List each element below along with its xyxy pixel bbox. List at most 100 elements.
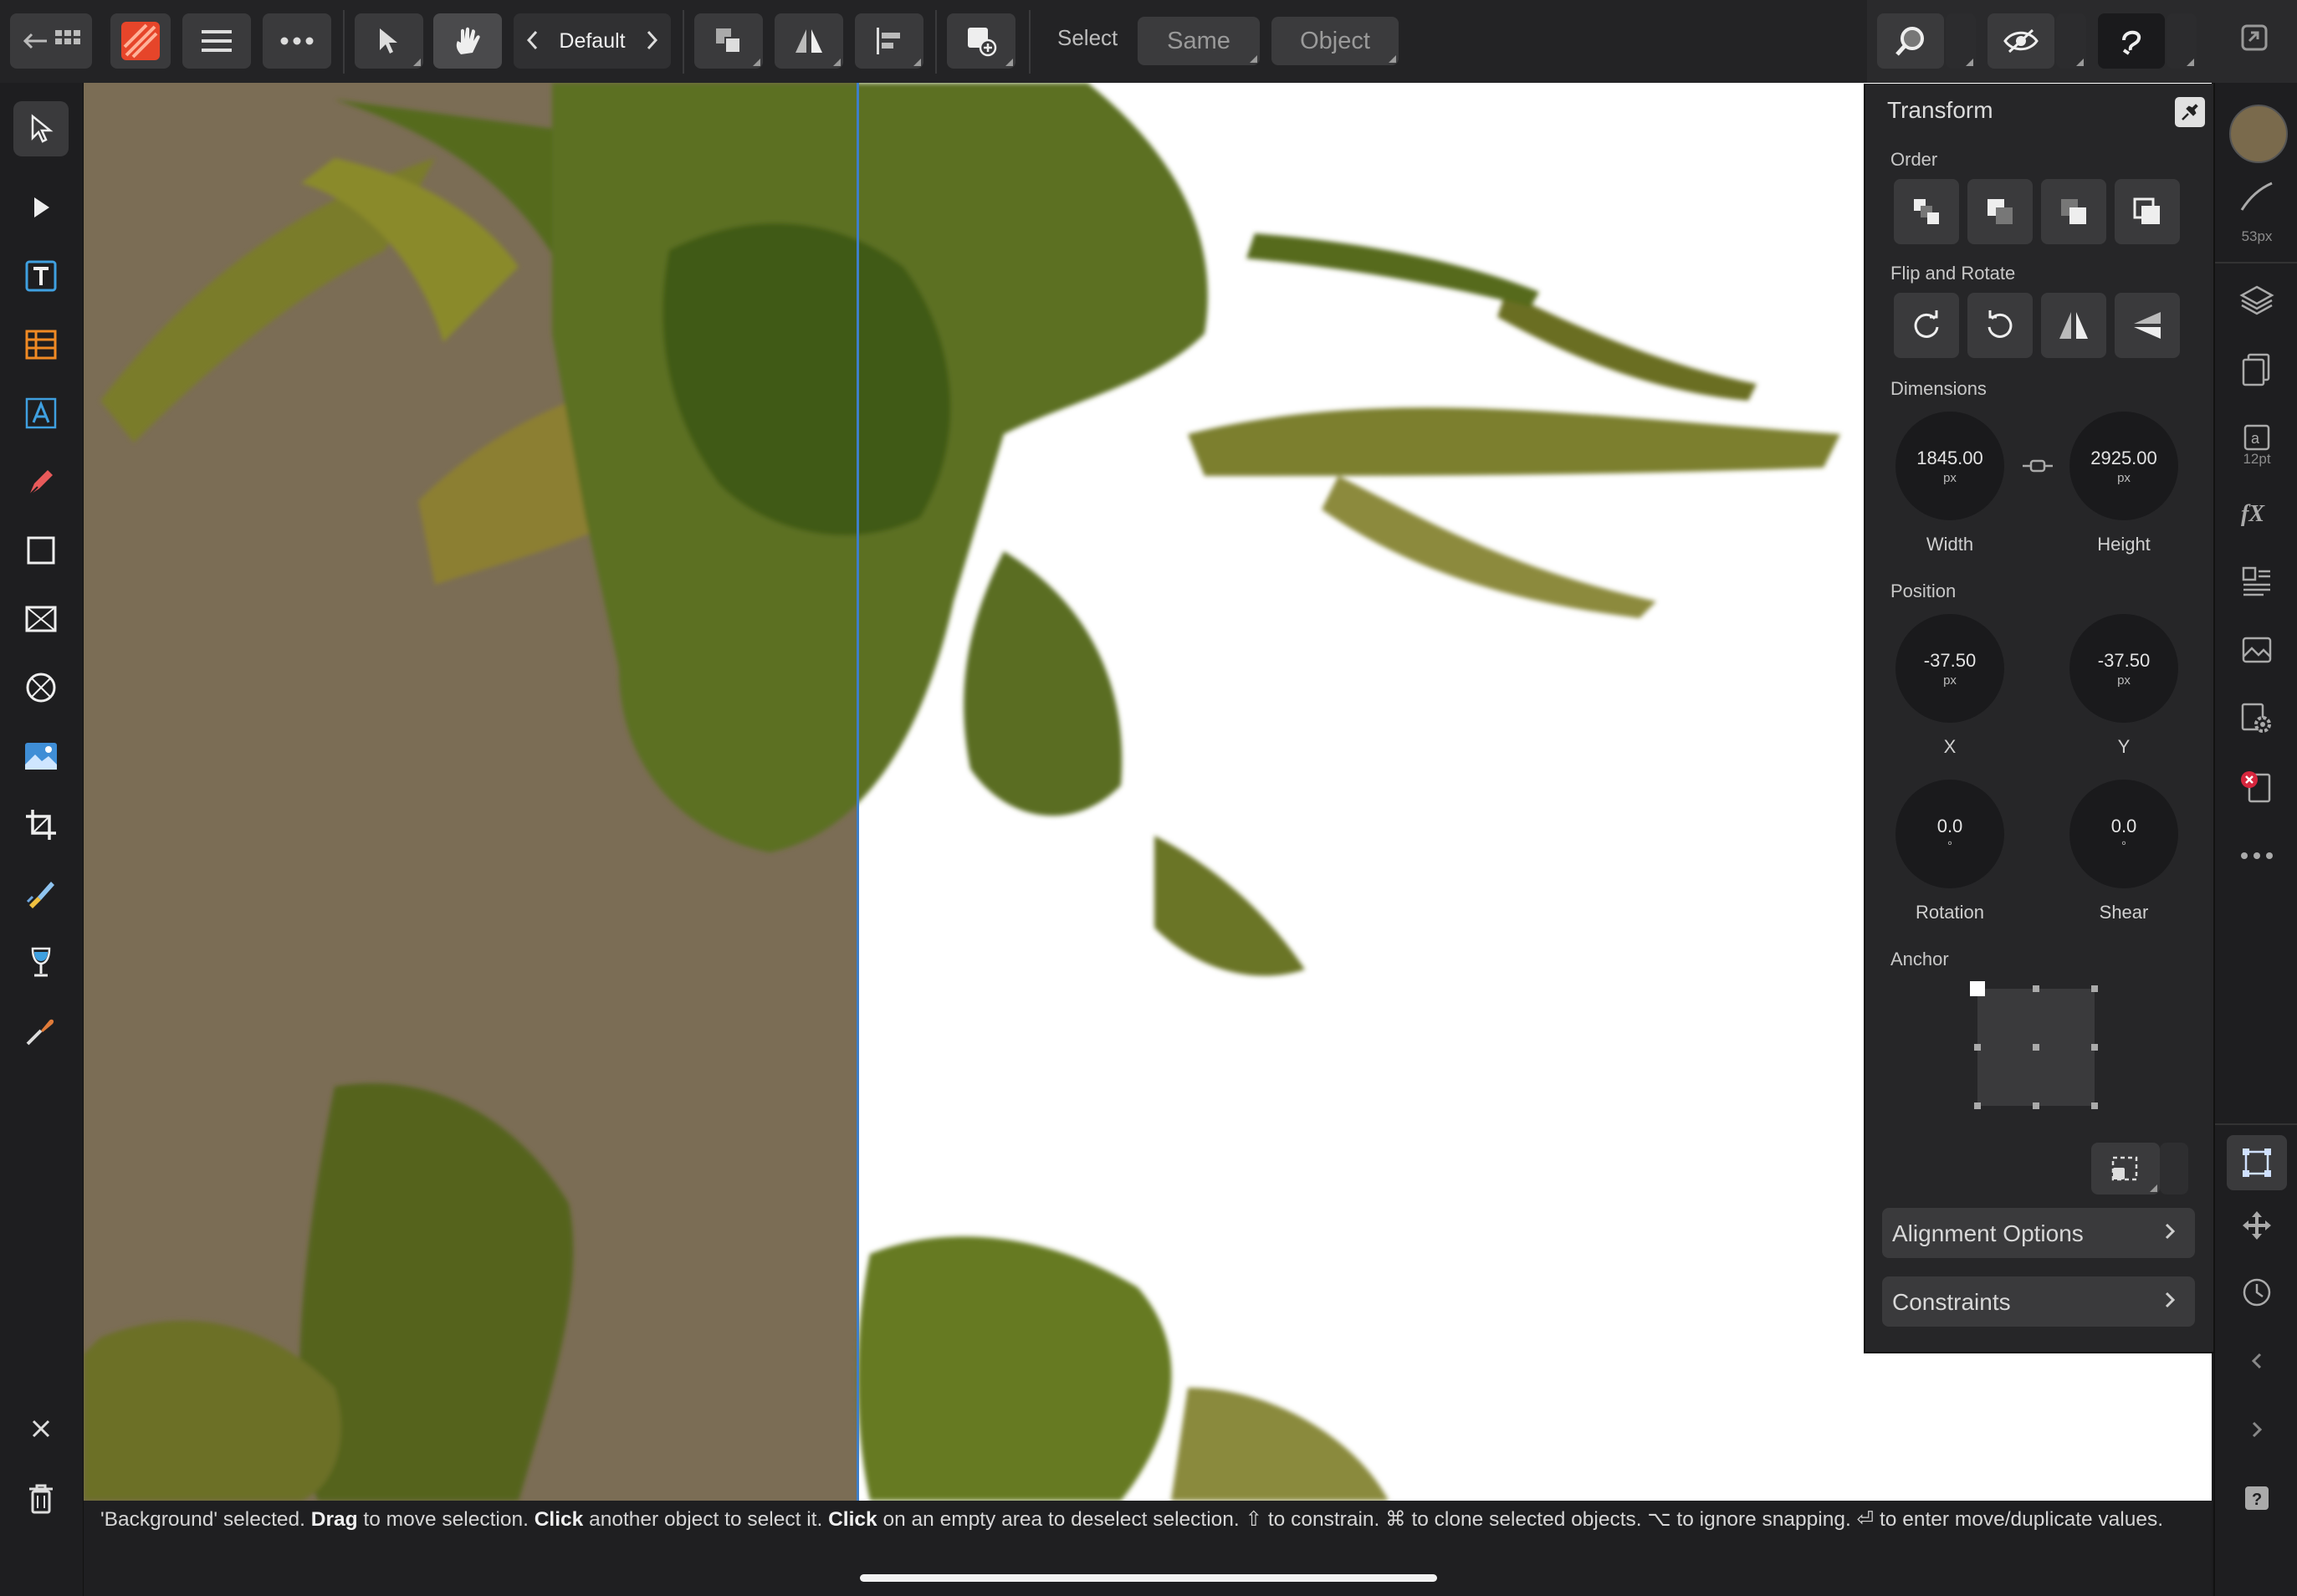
width-dial[interactable]: 1845.00 px — [1895, 412, 2004, 520]
ellipse-frame-tool[interactable] — [13, 660, 69, 715]
arrange-button[interactable] — [694, 13, 763, 69]
link-dimensions-button[interactable] — [2021, 457, 2054, 475]
home-indicator[interactable] — [860, 1574, 1437, 1582]
insert-object-icon — [965, 25, 997, 57]
pin-panel-button[interactable] — [2175, 97, 2205, 127]
select-same-button[interactable]: Same — [1138, 17, 1260, 65]
redo-button[interactable] — [2233, 1406, 2280, 1453]
view-mode-button[interactable] — [1987, 13, 2054, 69]
align-button[interactable] — [855, 13, 923, 69]
persona-selector[interactable]: Default — [514, 13, 671, 69]
transform-mode-options[interactable] — [2160, 1143, 2188, 1194]
color-picker-tool[interactable] — [13, 1003, 69, 1058]
zoom-button[interactable] — [1877, 13, 1944, 69]
rotate-clockwise-button[interactable] — [1894, 293, 1959, 358]
constraints-expander[interactable]: Constraints — [1882, 1276, 2195, 1327]
picture-frame-tool[interactable] — [13, 591, 69, 647]
menu-icon — [200, 28, 233, 54]
shear-unit: ° — [2121, 838, 2126, 853]
layers-panel-button[interactable] — [2233, 277, 2280, 324]
crop-tool[interactable] — [13, 797, 69, 852]
stock-panel-button[interactable] — [2233, 627, 2280, 673]
link-icon — [2021, 457, 2054, 475]
main-menu-button[interactable] — [182, 13, 251, 69]
select-object-button[interactable]: Object — [1271, 17, 1399, 65]
rotate-counterclockwise-button[interactable] — [1967, 293, 2033, 358]
transform-mode-button[interactable] — [2091, 1143, 2160, 1194]
flip-icon — [793, 26, 825, 56]
fill-tool[interactable] — [13, 934, 69, 990]
fullscreen-button[interactable] — [2240, 23, 2269, 52]
frame-text-tool[interactable] — [13, 248, 69, 304]
move-to-back-button[interactable] — [1894, 179, 1959, 244]
height-value: 2925.00 — [2090, 447, 2157, 468]
x-position-dial[interactable]: -37.50 px — [1895, 614, 2004, 723]
zoom-options-button[interactable] — [1946, 13, 1976, 69]
color-swatch-icon[interactable] — [2229, 105, 2288, 163]
move-back-one-button[interactable] — [1967, 179, 2033, 244]
view-options-button[interactable] — [2056, 13, 2086, 69]
assistant-options-button[interactable] — [2167, 13, 2197, 69]
hand-gesture-button[interactable] — [433, 13, 502, 69]
more-options-button[interactable] — [263, 13, 331, 69]
transform-panel-button[interactable] — [2227, 1135, 2287, 1190]
pages-panel-button[interactable] — [2233, 345, 2280, 392]
anchor-selector[interactable] — [1969, 980, 2103, 1114]
back-to-home-button[interactable] — [10, 13, 92, 69]
artistic-text-tool[interactable] — [13, 386, 69, 441]
frame-text-icon — [24, 259, 58, 293]
alignment-options-expander[interactable]: Alignment Options — [1882, 1208, 2195, 1258]
height-dial[interactable]: 2925.00 px — [2069, 412, 2178, 520]
undo-button[interactable] — [2233, 1338, 2280, 1384]
stroke-panel-button[interactable] — [2233, 173, 2280, 220]
status-text: to move selection. — [357, 1508, 535, 1531]
flip-button[interactable] — [775, 13, 843, 69]
rotation-dial[interactable]: 0.0 ° — [1895, 780, 2004, 888]
move-forward-one-button[interactable] — [2041, 179, 2106, 244]
place-image-icon — [23, 741, 59, 771]
status-message: 'Background' selected. Drag to move sele… — [100, 1507, 2200, 1532]
rectangle-tool[interactable] — [13, 523, 69, 578]
more-panels-button[interactable] — [2233, 832, 2280, 879]
y-position-dial[interactable]: -37.50 px — [2069, 614, 2178, 723]
node-tool[interactable] — [13, 180, 69, 235]
preflight-panel-button[interactable] — [2233, 764, 2280, 811]
toolbar-separator — [343, 10, 345, 74]
move-to-front-button[interactable] — [2115, 179, 2180, 244]
chevron-left-icon[interactable] — [525, 29, 539, 51]
move-tool[interactable] — [13, 101, 69, 156]
text-size-label: 12pt — [2243, 451, 2271, 467]
chevron-right-icon[interactable] — [646, 29, 659, 51]
help-button[interactable]: ? — [2233, 1475, 2280, 1522]
place-image-tool[interactable] — [13, 729, 69, 784]
effects-panel-button[interactable]: fX — [2233, 489, 2280, 536]
text-frame-panel-button[interactable] — [2233, 558, 2280, 605]
rotation-label: Rotation — [1916, 902, 1984, 923]
move-mode-button[interactable] — [355, 13, 423, 69]
toolbar-separator — [935, 10, 937, 74]
picture-frame-icon — [24, 604, 58, 634]
cancel-tool-button[interactable] — [13, 1401, 69, 1456]
history-panel-button[interactable] — [2233, 1269, 2280, 1316]
layers-icon — [2238, 284, 2275, 317]
flip-horizontal-button[interactable] — [2041, 293, 2106, 358]
table-tool[interactable] — [13, 317, 69, 372]
order-label: Order — [1890, 149, 1938, 170]
move-forward-one-icon — [2058, 196, 2090, 228]
shear-dial[interactable]: 0.0 ° — [2069, 780, 2178, 888]
navigator-panel-button[interactable] — [2233, 1202, 2280, 1249]
height-label: Height — [2097, 534, 2151, 555]
assistant-button[interactable] — [2098, 13, 2165, 69]
node-tool-icon — [29, 194, 53, 221]
status-keyword: Drag — [310, 1508, 358, 1531]
delete-button[interactable] — [13, 1471, 69, 1527]
position-label: Position — [1890, 581, 1957, 601]
document-settings-button[interactable] — [2233, 695, 2280, 742]
flip-vertical-button[interactable] — [2115, 293, 2180, 358]
table-icon — [24, 328, 58, 361]
paintbrush-tool[interactable] — [13, 866, 69, 921]
insert-object-button[interactable] — [947, 13, 1015, 69]
app-logo-button[interactable] — [110, 13, 171, 69]
flip-vertical-icon — [2131, 309, 2164, 342]
pen-tool[interactable] — [13, 454, 69, 509]
